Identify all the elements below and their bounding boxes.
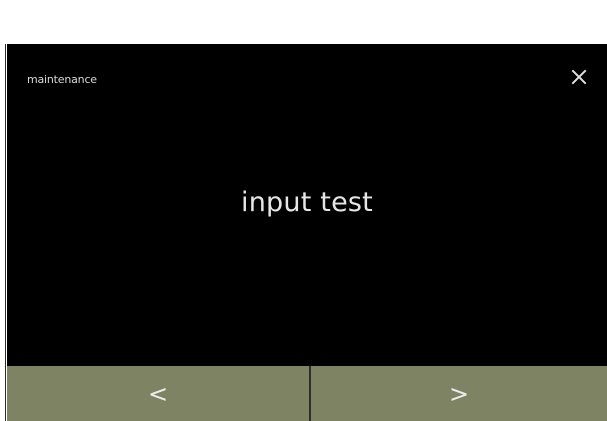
bezel-edge bbox=[5, 44, 6, 421]
device-display-page: maintenance input test < > bbox=[0, 0, 607, 421]
chevron-right-icon: > bbox=[448, 379, 470, 408]
previous-button[interactable]: < bbox=[7, 366, 309, 421]
chevron-left-icon: < bbox=[147, 379, 169, 408]
close-button[interactable] bbox=[566, 64, 592, 90]
close-icon bbox=[571, 69, 587, 85]
screen-title: maintenance bbox=[27, 73, 97, 86]
menu-item-title: input test bbox=[241, 187, 373, 218]
screen-panel bbox=[7, 44, 607, 421]
navigation-bar: < > bbox=[7, 366, 607, 421]
next-button[interactable]: > bbox=[311, 366, 607, 421]
